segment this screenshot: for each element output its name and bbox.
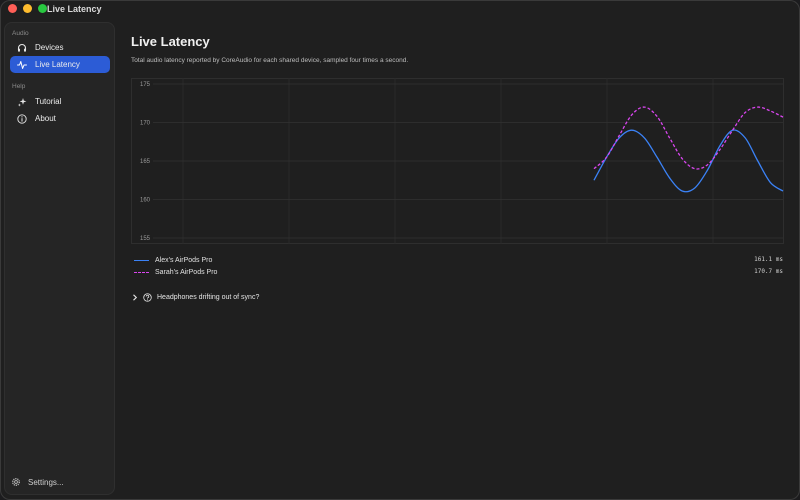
- legend-series-name: Alex's AirPods Pro: [155, 256, 213, 264]
- sidebar-section-help: Help: [12, 83, 26, 90]
- y-tick-label: 165: [140, 159, 151, 165]
- disclosure-label: Headphones drifting out of sync?: [157, 293, 260, 301]
- settings-button[interactable]: Settings...: [10, 475, 64, 489]
- sidebar-item-devices[interactable]: Devices: [10, 39, 110, 56]
- window-controls: [8, 4, 47, 13]
- y-tick-label: 175: [140, 82, 151, 88]
- window-title: Live Latency: [47, 4, 102, 14]
- legend-series-value: 161.1 ms: [754, 256, 783, 263]
- minimize-window-button[interactable]: [23, 4, 32, 13]
- legend-row-sarah: Sarah's AirPods Pro 170.7 ms: [131, 266, 783, 278]
- zoom-window-button[interactable]: [38, 4, 47, 13]
- title-bar: Live Latency: [0, 0, 800, 18]
- settings-label: Settings...: [28, 477, 64, 487]
- page-subtitle: Total audio latency reported by CoreAudi…: [131, 57, 409, 64]
- legend-swatch: [134, 259, 149, 261]
- page-title: Live Latency: [131, 34, 210, 49]
- sidebar-item-label: About: [35, 114, 56, 123]
- question-circle-icon: [142, 292, 152, 302]
- chart-legend: Alex's AirPods Pro 161.1 ms Sarah's AirP…: [131, 254, 783, 278]
- sidebar-item-about[interactable]: About: [10, 110, 110, 127]
- gear-icon: [10, 476, 22, 488]
- sync-help-disclosure[interactable]: Headphones drifting out of sync?: [131, 291, 259, 303]
- series-line: [593, 106, 784, 170]
- headphones-icon: [16, 42, 28, 54]
- sidebar-item-label: Devices: [35, 43, 64, 52]
- latency-chart-svg: 155 160 165 170 175: [131, 78, 784, 244]
- sidebar-item-live-latency[interactable]: Live Latency: [10, 56, 110, 73]
- legend-series-value: 170.7 ms: [754, 268, 783, 275]
- sidebar-item-tutorial[interactable]: Tutorial: [10, 93, 110, 110]
- sidebar-section-audio: Audio: [12, 30, 29, 37]
- latency-chart: 155 160 165 170 175: [131, 78, 784, 244]
- legend-row-alex: Alex's AirPods Pro 161.1 ms: [131, 254, 783, 266]
- y-tick-label: 155: [140, 236, 151, 242]
- legend-series-name: Sarah's AirPods Pro: [155, 268, 218, 276]
- legend-swatch: [134, 271, 149, 273]
- info-icon: [16, 113, 28, 125]
- sidebar-item-label: Live Latency: [35, 60, 80, 69]
- sidebar: Audio Devices Live Latency Help Tutorial: [4, 22, 115, 495]
- sidebar-item-label: Tutorial: [35, 97, 62, 106]
- chevron-right-icon: [131, 293, 139, 301]
- main-content: Live Latency Total audio latency reporte…: [131, 22, 786, 492]
- y-tick-label: 160: [140, 198, 151, 204]
- close-window-button[interactable]: [8, 4, 17, 13]
- app-window: Live Latency Audio Devices Live Latency …: [0, 0, 800, 500]
- y-tick-label: 170: [140, 121, 151, 127]
- waveform-icon: [16, 59, 28, 71]
- sparkles-icon: [16, 96, 28, 108]
